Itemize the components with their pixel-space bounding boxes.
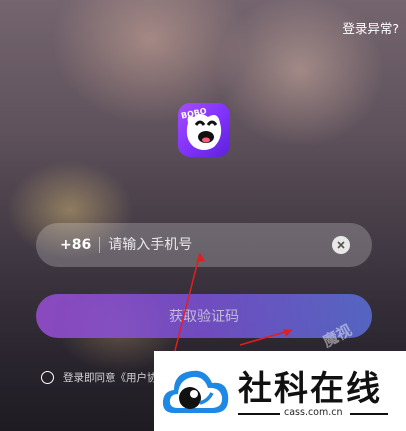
cloud-eye-icon: [162, 370, 229, 413]
agreement-row: 登录即同意《用户协: [41, 370, 158, 385]
phone-number-input[interactable]: [108, 237, 332, 253]
agreement-radio[interactable]: [41, 371, 54, 384]
agreement-text: 登录即同意《用户协: [63, 372, 158, 384]
domain-rule-left: [238, 413, 280, 415]
country-code-selector[interactable]: +86: [60, 237, 91, 253]
site-domain: cass.com.cn: [284, 407, 343, 418]
domain-rule-right: [350, 413, 388, 415]
country-code-divider: [99, 237, 101, 253]
site-watermark-stamp: 社科在线 cass.com.cn: [154, 351, 406, 431]
bobo-app-icon: BOBO: [178, 103, 230, 157]
site-name: 社科在线: [238, 369, 382, 409]
login-issue-link[interactable]: 登录异常?: [342, 18, 399, 37]
clear-icon[interactable]: [332, 236, 350, 254]
phone-field: +86: [36, 223, 372, 267]
